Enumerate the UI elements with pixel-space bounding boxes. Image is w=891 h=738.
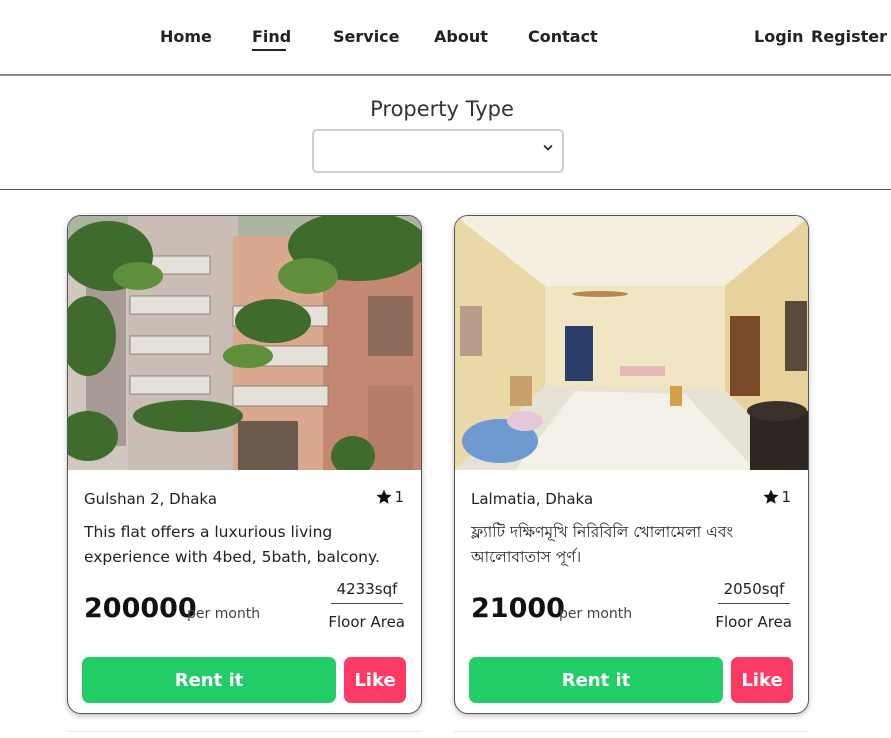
property-location: Lalmatia, Dhaka: [471, 490, 594, 508]
star-icon: [763, 489, 779, 504]
active-nav-indicator: [252, 49, 286, 51]
property-type-label: Property Type: [370, 97, 514, 121]
next-card-edge: [454, 731, 809, 738]
floor-area-value: 2050sqf: [718, 580, 790, 604]
nav-contact-link[interactable]: Contact: [528, 27, 598, 47]
property-card: Lalmatia, Dhaka 1 ফ্ল্যাটি দক্ষিণমূখি নি…: [454, 215, 809, 714]
property-price: 200000: [84, 593, 197, 624]
property-photo[interactable]: [68, 216, 421, 470]
top-navigation: Home Find Service About Contact Login Re…: [0, 0, 891, 76]
like-button[interactable]: Like: [344, 657, 406, 703]
nav-find-link[interactable]: Find: [252, 27, 291, 47]
nav-about-link[interactable]: About: [434, 27, 488, 47]
property-type-select[interactable]: [312, 129, 564, 173]
floor-area-label: Floor Area: [715, 613, 792, 631]
like-count: 1: [762, 488, 791, 506]
price-unit: per month: [559, 606, 633, 622]
section-divider: [0, 189, 891, 190]
living-room-interior-image: [455, 216, 808, 470]
nav-service-link[interactable]: Service: [333, 27, 400, 47]
star-icon: [376, 489, 392, 504]
nav-home-link[interactable]: Home: [160, 27, 212, 47]
floor-area-value: 4233sqf: [331, 580, 403, 604]
like-count: 1: [375, 488, 404, 506]
property-location: Gulshan 2, Dhaka: [84, 490, 218, 508]
like-count-value: 1: [394, 488, 404, 506]
next-card-edge: [67, 731, 422, 738]
login-link[interactable]: Login: [754, 27, 804, 47]
property-description: This flat offers a luxurious living expe…: [84, 523, 380, 566]
rent-it-button[interactable]: Rent it: [82, 657, 336, 703]
property-photo[interactable]: [455, 216, 808, 470]
building-exterior-image: [68, 216, 421, 470]
property-price: 21000: [471, 593, 565, 624]
like-count-value: 1: [781, 488, 791, 506]
register-link[interactable]: Register: [811, 27, 887, 47]
rent-it-button[interactable]: Rent it: [469, 657, 723, 703]
price-unit: per month: [187, 606, 261, 622]
property-description: ফ্ল্যাটি দক্ষিণমূখি নিরিবিলি খোলামেলা এব…: [471, 523, 734, 566]
floor-area-label: Floor Area: [328, 613, 405, 631]
property-card: Gulshan 2, Dhaka 1 This flat offers a lu…: [67, 215, 422, 714]
like-button[interactable]: Like: [731, 657, 793, 703]
chevron-down-icon: [543, 145, 553, 151]
